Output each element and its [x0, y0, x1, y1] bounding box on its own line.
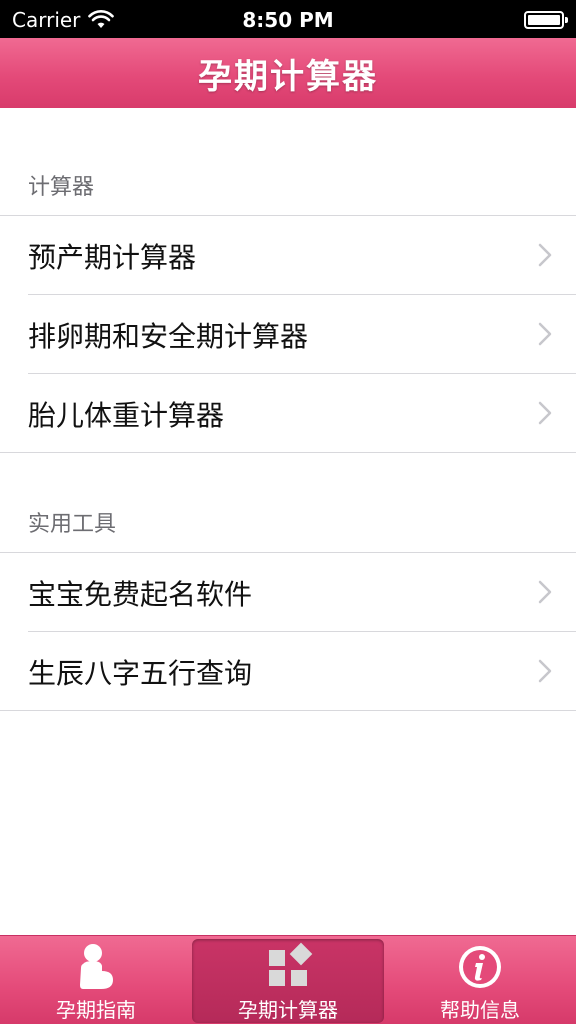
list-item-label: 排卵期和安全期计算器 [28, 320, 309, 353]
pregnant-woman-icon [80, 944, 113, 989]
tab-bar: 孕期指南 孕期计算器 帮助信息 [0, 935, 576, 1024]
list-item-fetal-weight-calculator[interactable]: 胎儿体重计算器 [0, 374, 576, 453]
tab-pregnancy-guide[interactable]: 孕期指南 [0, 936, 192, 1024]
chevron-right-icon [538, 243, 552, 267]
section-header-label: 计算器 [28, 175, 95, 200]
page-title: 孕期计算器 [198, 56, 378, 97]
section-header-calculators: 计算器 [0, 108, 576, 216]
section-header-tools: 实用工具 [0, 445, 576, 553]
list-item-label: 预产期计算器 [28, 241, 197, 274]
info-icon [459, 946, 501, 988]
screen: Carrier 8:50 PM 孕期计算器 计算器 预产期计算器 排卵期和安全期… [0, 0, 576, 1024]
tab-label: 帮助信息 [440, 998, 520, 1022]
battery-icon [524, 11, 568, 29]
chevron-right-icon [538, 401, 552, 425]
list-item-bazi-query[interactable]: 生辰八字五行查询 [0, 632, 576, 711]
tab-label: 孕期指南 [56, 998, 136, 1022]
list-item-label: 胎儿体重计算器 [28, 399, 225, 432]
tab-pregnancy-calculator[interactable]: 孕期计算器 [192, 939, 384, 1023]
blocks-icon [269, 942, 313, 986]
tab-help-info[interactable]: 帮助信息 [384, 936, 576, 1024]
list-item-ovulation-calculator[interactable]: 排卵期和安全期计算器 [0, 295, 576, 374]
list-item-label: 生辰八字五行查询 [28, 657, 253, 690]
nav-bar: 孕期计算器 [0, 38, 576, 108]
status-time: 8:50 PM [242, 8, 334, 32]
list-item-baby-naming[interactable]: 宝宝免费起名软件 [0, 553, 576, 632]
status-bar: Carrier 8:50 PM [0, 0, 576, 38]
chevron-right-icon [538, 659, 552, 683]
list-item-label: 宝宝免费起名软件 [28, 578, 253, 611]
content-list: 计算器 预产期计算器 排卵期和安全期计算器 胎儿体重计算器 实用工具 宝宝免费起… [0, 108, 576, 936]
chevron-right-icon [538, 580, 552, 604]
section-header-label: 实用工具 [28, 512, 117, 537]
chevron-right-icon [538, 322, 552, 346]
row-divider [0, 710, 576, 711]
list-item-due-date-calculator[interactable]: 预产期计算器 [0, 216, 576, 295]
tab-label: 孕期计算器 [238, 998, 338, 1022]
